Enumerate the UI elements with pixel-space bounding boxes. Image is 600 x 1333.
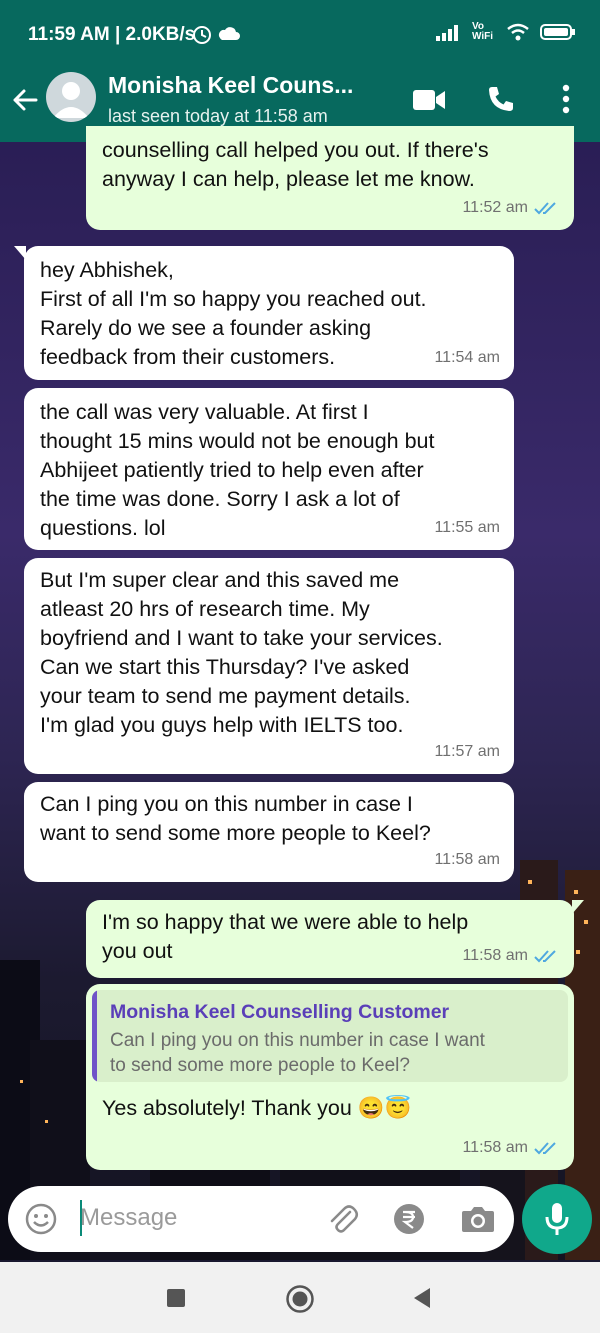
quoted-message[interactable]: Monisha Keel Counselling Customer Can I … bbox=[92, 990, 568, 1082]
message-time: 11:52 am bbox=[462, 199, 528, 216]
message-meta: 11:52 am bbox=[462, 193, 560, 222]
vowifi-label: Vo WiFi bbox=[472, 21, 494, 42]
message-bubble-outgoing[interactable]: I'm so happy that we were able to help y… bbox=[86, 900, 584, 978]
message-bubble-incoming[interactable]: But I'm super clear and this saved me at… bbox=[24, 558, 514, 774]
last-seen-status: last seen today at 11:58 am bbox=[108, 106, 328, 126]
avatar[interactable] bbox=[46, 72, 96, 122]
read-receipt-icon bbox=[534, 201, 556, 214]
mic-icon bbox=[545, 1203, 569, 1235]
nav-recents-icon[interactable] bbox=[166, 1288, 186, 1308]
status-notification-icons bbox=[193, 26, 240, 44]
read-receipt-icon bbox=[534, 949, 556, 962]
message-text: the call was very valuable. At first I t… bbox=[40, 400, 435, 540]
video-call-icon[interactable] bbox=[412, 88, 446, 112]
message-meta: 11:58 am bbox=[434, 845, 500, 874]
quoted-sender-name: Monisha Keel Counselling Customer bbox=[110, 1001, 450, 1023]
battery-icon bbox=[540, 24, 575, 40]
contact-name[interactable]: Monisha Keel Couns... bbox=[108, 72, 353, 99]
status-time: 11:59 AM | 2.0KB/s bbox=[28, 24, 196, 45]
attach-icon[interactable] bbox=[326, 1202, 360, 1236]
message-meta: 11:54 am bbox=[434, 343, 500, 372]
message-time: 11:57 am bbox=[434, 743, 500, 760]
bubble-tail bbox=[572, 900, 584, 914]
emoji-icon[interactable] bbox=[24, 1202, 58, 1236]
message-text: But I'm super clear and this saved me at… bbox=[40, 568, 443, 737]
message-text: Can I ping you on this number in case I … bbox=[40, 792, 431, 845]
message-composer: Message bbox=[8, 1186, 514, 1252]
message-time: 11:55 am bbox=[434, 519, 500, 536]
quoted-text: Can I ping you on this number in case I … bbox=[110, 1030, 485, 1076]
message-text: Yes absolutely! Thank you 😄😇 bbox=[102, 1096, 412, 1120]
message-bubble-incoming[interactable]: hey Abhishek, First of all I'm so happy … bbox=[14, 246, 514, 380]
message-meta: 11:55 am bbox=[434, 513, 500, 542]
message-time: 11:58 am bbox=[434, 851, 500, 868]
more-options-icon[interactable] bbox=[556, 82, 576, 116]
quote-accent-bar bbox=[92, 990, 97, 1082]
message-input[interactable]: Message bbox=[80, 1204, 177, 1232]
voice-record-button[interactable] bbox=[522, 1184, 592, 1254]
read-receipt-icon bbox=[534, 1141, 556, 1154]
signal-icon bbox=[436, 25, 458, 41]
message-text: hey Abhishek, First of all I'm so happy … bbox=[40, 258, 427, 369]
message-meta: 11:57 am bbox=[434, 737, 500, 766]
message-bubble-incoming[interactable]: the call was very valuable. At first I t… bbox=[24, 388, 514, 550]
nav-back-icon[interactable] bbox=[412, 1287, 432, 1309]
message-meta: 11:58 am bbox=[462, 1133, 560, 1162]
message-bubble-outgoing[interactable]: counselling call helped you out. If ther… bbox=[86, 126, 574, 230]
wifi-icon bbox=[507, 23, 529, 41]
message-text: counselling call helped you out. If ther… bbox=[102, 138, 489, 191]
system-navigation-bar bbox=[0, 1262, 600, 1333]
nav-home-icon[interactable] bbox=[285, 1284, 315, 1314]
back-arrow-icon[interactable] bbox=[10, 82, 40, 118]
message-time: 11:58 am bbox=[462, 1139, 528, 1156]
avatar-icon bbox=[53, 82, 89, 118]
message-time: 11:54 am bbox=[434, 349, 500, 366]
voice-call-icon[interactable] bbox=[486, 84, 516, 114]
message-bubble-outgoing-reply[interactable]: Monisha Keel Counselling Customer Can I … bbox=[86, 984, 574, 1170]
camera-icon[interactable] bbox=[460, 1202, 496, 1236]
message-bubble-incoming[interactable]: Can I ping you on this number in case I … bbox=[24, 782, 514, 882]
status-bar: 11:59 AM | 2.0KB/s Vo WiFi bbox=[0, 0, 600, 62]
message-time: 11:58 am bbox=[462, 947, 528, 964]
message-meta: 11:58 am bbox=[462, 941, 560, 970]
rupee-payment-icon[interactable] bbox=[392, 1202, 426, 1236]
bubble-tail bbox=[14, 246, 26, 260]
